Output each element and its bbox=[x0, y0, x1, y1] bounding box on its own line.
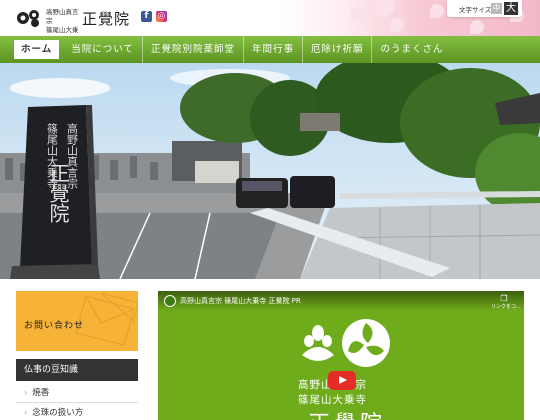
sidebar-item-label: 念珠の扱い方 bbox=[32, 408, 84, 418]
site-title[interactable]: 正覺院 bbox=[82, 8, 130, 29]
facebook-icon[interactable]: f bbox=[141, 11, 152, 22]
copy-link-icon: ❐ bbox=[500, 294, 508, 303]
contact-label: お問い合わせ bbox=[24, 321, 85, 331]
video-text-line-2: 篠尾山大乗寺 bbox=[298, 394, 367, 406]
copy-link-label: リンクをコ... bbox=[491, 304, 521, 310]
font-size-medium-button[interactable]: 中 bbox=[491, 3, 502, 14]
contact-banner[interactable]: お問い合わせ bbox=[16, 291, 138, 351]
sidebar-heading: 仏事の豆知識 bbox=[16, 359, 138, 381]
hero-temple-photo: 高野山真言宗 篠尾山大乗寺 正覺院 bbox=[0, 63, 540, 279]
main-nav: ホーム 当院について 正覺院別院薬師堂 年間行事 厄除け祈願 のうまくさん bbox=[0, 36, 540, 63]
sidebar-item-label: 焼香 bbox=[32, 388, 50, 398]
subtitle-line-2: 篠尾山大乗寺 bbox=[46, 26, 79, 36]
play-button-icon[interactable] bbox=[328, 371, 356, 390]
sidebar-item-incense[interactable]: › 焼香 bbox=[16, 383, 138, 403]
nav-yakushido[interactable]: 正覺院別院薬師堂 bbox=[143, 36, 244, 63]
nav-noumakusan[interactable]: のうまくさん bbox=[372, 36, 451, 63]
video-text-line-3: 正覺院 bbox=[308, 406, 386, 420]
subtitle-line-1: 高野山真言宗 bbox=[46, 8, 79, 25]
font-size-switcher: 文字サイズ 中 大 bbox=[447, 0, 522, 17]
page: 高野山真言宗 篠尾山大乗寺 正覺院 f ◎ 文字サイズ 中 大 ホーム 当院につ… bbox=[0, 0, 540, 420]
font-size-label: 文字サイズ bbox=[459, 6, 492, 14]
chevron-right-icon: › bbox=[24, 388, 28, 397]
chevron-right-icon: › bbox=[24, 408, 28, 417]
video-title[interactable]: 高野山真言宗 篠尾山大乗寺 正覺院 PR bbox=[180, 296, 301, 306]
promo-video-embed[interactable]: 高野山真言宗 篠尾山大乗寺 正覺院 PR ❐ リンクをコ... 高野山真言宗 篠… bbox=[158, 291, 524, 420]
channel-avatar-icon[interactable] bbox=[164, 295, 176, 307]
site-header: 高野山真言宗 篠尾山大乗寺 正覺院 f ◎ 文字サイズ 中 大 bbox=[0, 0, 540, 36]
temple-scene-illustration: 高野山真言宗 篠尾山大乗寺 正覺院 bbox=[0, 63, 540, 279]
sidebar-item-beads[interactable]: › 念珠の扱い方 bbox=[16, 403, 138, 420]
font-size-large-button[interactable]: 大 bbox=[504, 2, 518, 15]
temple-logo-icon[interactable] bbox=[16, 7, 42, 29]
instagram-icon[interactable]: ◎ bbox=[156, 11, 167, 22]
stone-main-text: 正覺院 bbox=[46, 163, 70, 223]
nav-home[interactable]: ホーム bbox=[14, 40, 60, 59]
nav-about[interactable]: 当院について bbox=[63, 36, 143, 63]
nav-yakuyoke[interactable]: 厄除け祈願 bbox=[303, 36, 373, 63]
temple-sect-subtitle: 高野山真言宗 篠尾山大乗寺 bbox=[46, 8, 82, 36]
copy-link-button[interactable]: ❐ リンクをコ... bbox=[491, 294, 521, 310]
nav-annual-events[interactable]: 年間行事 bbox=[244, 36, 303, 63]
